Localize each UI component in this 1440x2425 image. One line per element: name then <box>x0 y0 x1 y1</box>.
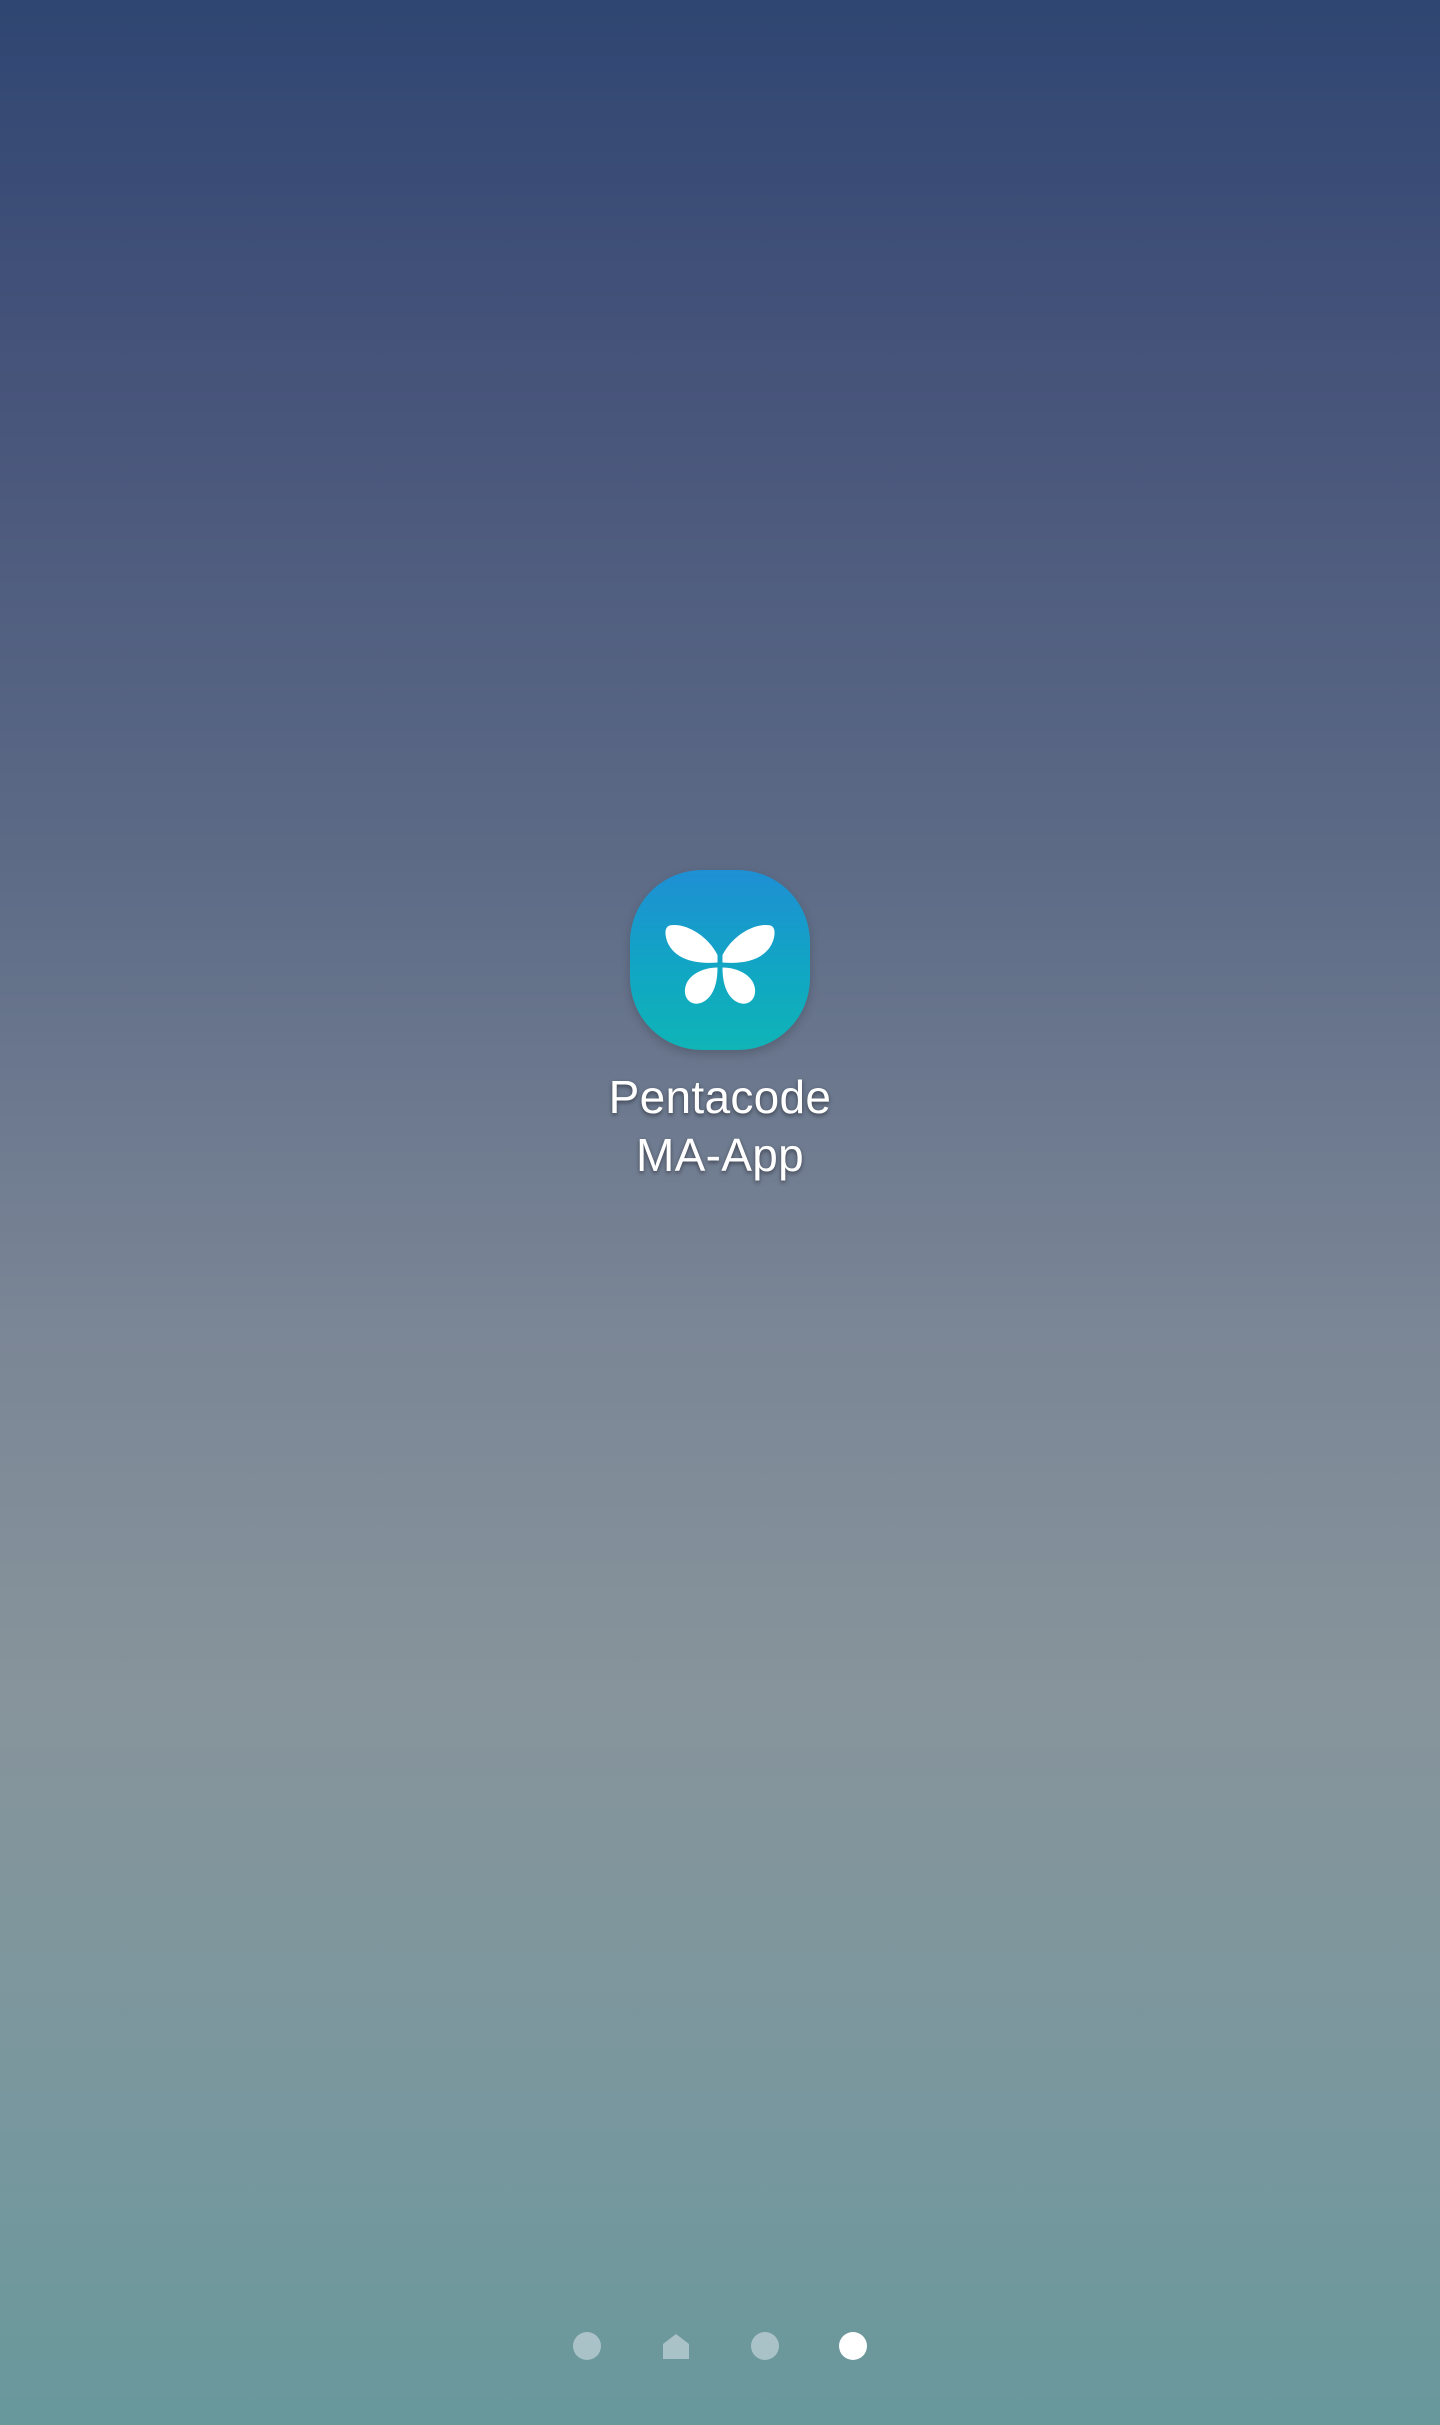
butterfly-icon[interactable] <box>630 870 810 1050</box>
pentacode-app-shortcut[interactable]: Pentacode MA-App <box>570 870 870 1184</box>
home-page-icon[interactable] <box>661 2331 691 2361</box>
butterfly-glyph <box>665 924 775 1004</box>
app-label-line2: MA-App <box>636 1129 804 1181</box>
app-label-line1: Pentacode <box>608 1071 832 1123</box>
page-dot-1[interactable] <box>573 2332 601 2360</box>
page-dot-4-active[interactable] <box>839 2332 867 2360</box>
page-dot-3[interactable] <box>751 2332 779 2360</box>
app-label: Pentacode MA-App <box>609 1068 832 1184</box>
page-indicator[interactable] <box>0 2318 1440 2374</box>
home-screen-wallpaper <box>0 0 1440 2425</box>
home-icon <box>663 2334 689 2359</box>
